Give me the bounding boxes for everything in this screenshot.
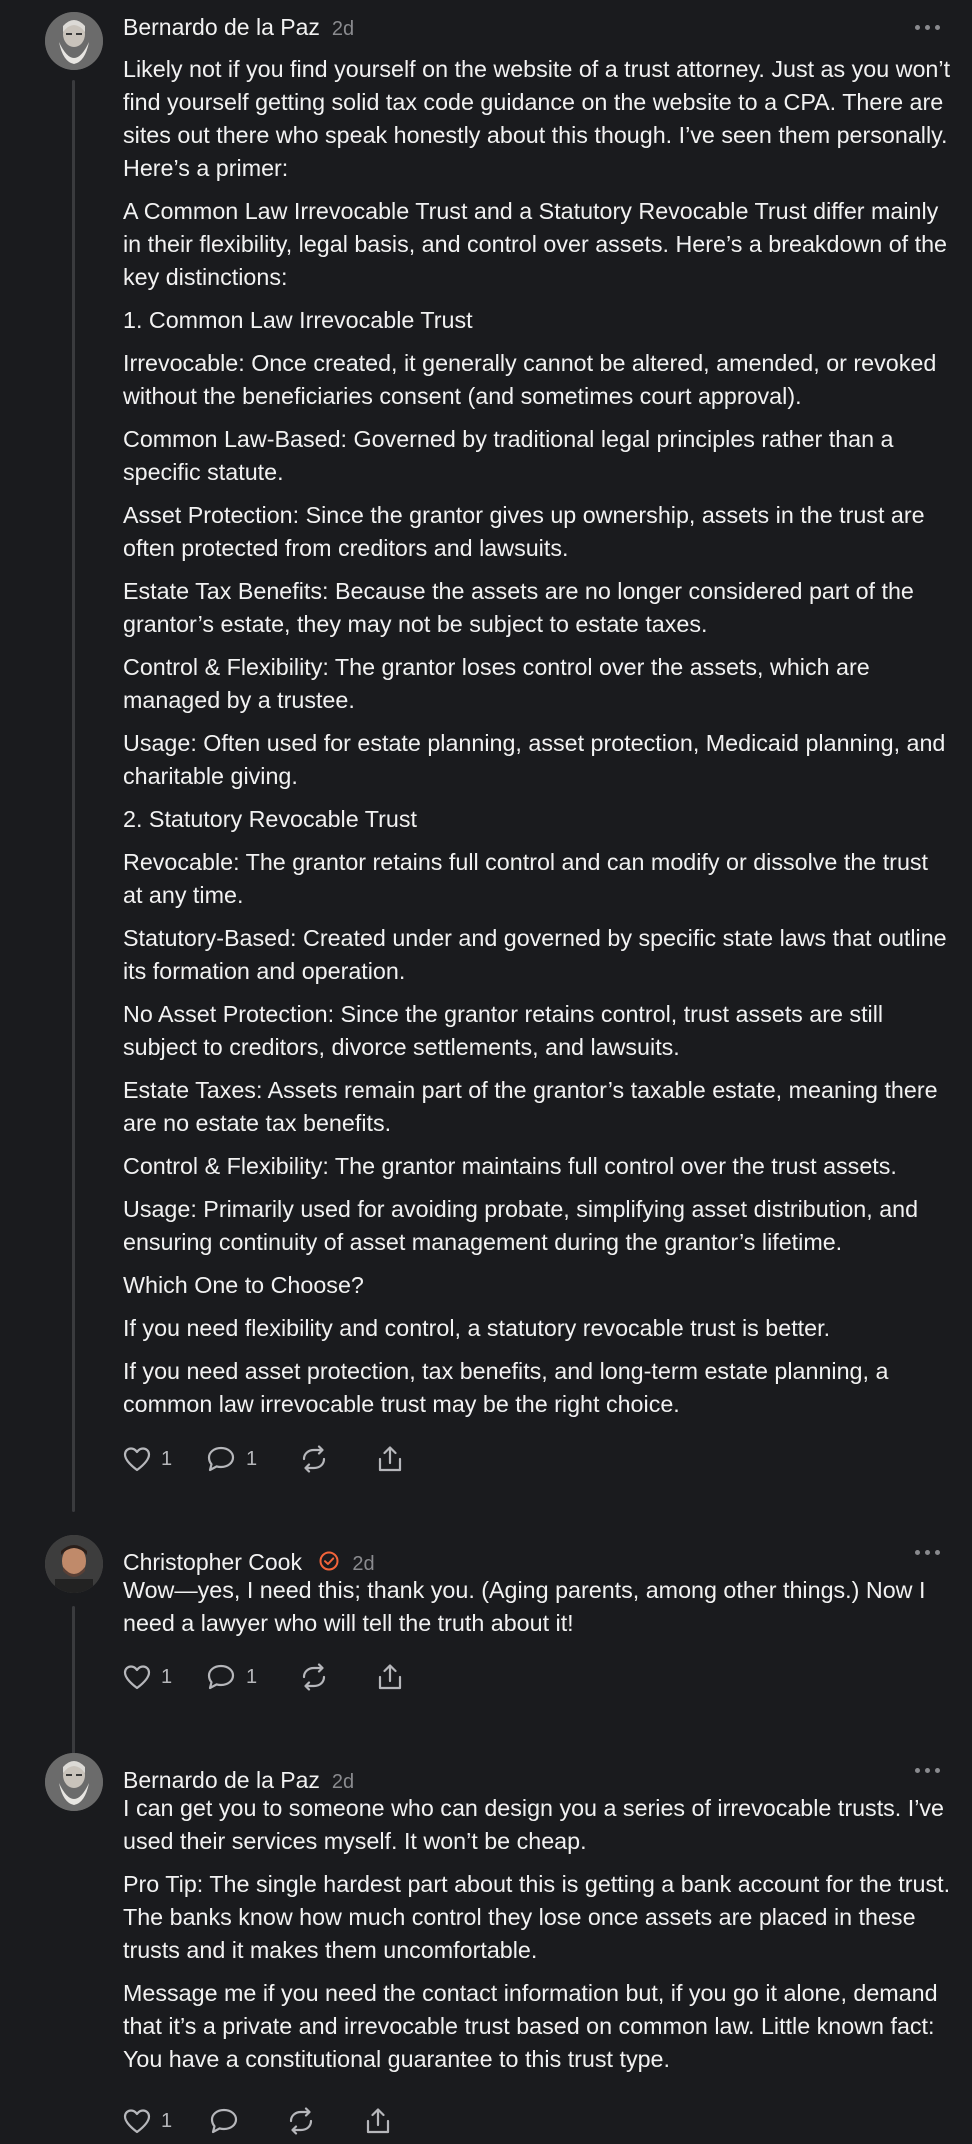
reply-count: 1 bbox=[246, 1665, 258, 1688]
paragraph: No Asset Protection: Since the grantor r… bbox=[123, 1001, 884, 1060]
paragraph: I can get you to someone who can design … bbox=[123, 1795, 945, 1854]
paragraph: Usage: Primarily used for avoiding proba… bbox=[123, 1196, 919, 1255]
like-count: 1 bbox=[161, 1665, 173, 1688]
paragraph: Estate Tax Benefits: Because the assets … bbox=[123, 578, 914, 637]
paragraph: Control & Flexibility: The grantor maint… bbox=[123, 1153, 897, 1179]
paragraph: A Common Law Irrevocable Trust and a Sta… bbox=[123, 198, 948, 290]
paragraph: Control & Flexibility: The grantor loses… bbox=[123, 654, 870, 713]
heart-icon bbox=[123, 1447, 151, 1472]
share-button[interactable] bbox=[376, 1660, 404, 1694]
heart-icon bbox=[123, 1665, 151, 1690]
repost-button[interactable] bbox=[299, 1442, 329, 1476]
paragraph: Which One to Choose? bbox=[123, 1272, 364, 1298]
comment-icon bbox=[207, 1446, 235, 1472]
paragraph: Message me if you need the contact infor… bbox=[123, 1980, 938, 2072]
paragraph: 1. Common Law Irrevocable Trust bbox=[123, 307, 473, 333]
repost-button[interactable] bbox=[286, 2104, 316, 2138]
like-button[interactable]: 1 bbox=[123, 1660, 172, 1694]
paragraph: Irrevocable: Once created, it generally … bbox=[123, 350, 937, 409]
paragraph: Common Law-Based: Governed by traditiona… bbox=[123, 426, 894, 485]
reply-count: 1 bbox=[246, 1447, 258, 1470]
repost-icon bbox=[289, 2107, 313, 2135]
like-button[interactable]: 1 bbox=[123, 1442, 172, 1476]
paragraph: Revocable: The grantor retains full cont… bbox=[123, 849, 929, 908]
share-icon bbox=[378, 1664, 402, 1690]
post-body: I can get you to someone who can design … bbox=[123, 1792, 953, 2076]
comment-icon bbox=[207, 1664, 235, 1690]
paragraph: Usage: Often used for estate planning, a… bbox=[123, 730, 946, 789]
paragraph: Wow—yes, I need this; thank you. (Aging … bbox=[123, 1577, 926, 1636]
more-icon[interactable] bbox=[915, 1550, 941, 1556]
paragraph: Estate Taxes: Assets remain part of the … bbox=[123, 1077, 938, 1136]
like-count: 1 bbox=[161, 2109, 173, 2132]
paragraph: Statutory-Based: Created under and gover… bbox=[123, 925, 947, 984]
paragraph: Likely not if you find yourself on the w… bbox=[123, 56, 951, 181]
thread-line bbox=[72, 80, 75, 1512]
reply-button[interactable]: 1 bbox=[206, 1660, 257, 1694]
author-name[interactable]: Bernardo de la Paz 2d bbox=[123, 14, 354, 41]
comment-icon bbox=[210, 2108, 238, 2134]
share-button[interactable] bbox=[376, 1442, 404, 1476]
paragraph: If you need asset protection, tax benefi… bbox=[123, 1358, 889, 1417]
paragraph: Asset Protection: Since the grantor give… bbox=[123, 502, 925, 561]
repost-button[interactable] bbox=[299, 1660, 329, 1694]
thread-line bbox=[72, 1606, 75, 1768]
post-time: 2d bbox=[352, 1553, 375, 1575]
share-button[interactable] bbox=[364, 2104, 392, 2138]
repost-icon bbox=[302, 1445, 326, 1473]
more-icon[interactable] bbox=[915, 25, 941, 31]
share-icon bbox=[366, 2108, 390, 2134]
post-body: Likely not if you find yourself on the w… bbox=[123, 53, 953, 1421]
post-time: 2d bbox=[331, 18, 355, 40]
paragraph: 2. Statutory Revocable Trust bbox=[123, 806, 417, 832]
reply-button[interactable]: 1 bbox=[206, 1442, 257, 1476]
like-button[interactable]: 1 bbox=[123, 2104, 172, 2138]
paragraph: Pro Tip: The single hardest part about t… bbox=[123, 1871, 951, 1963]
share-icon bbox=[378, 1446, 402, 1472]
reply-button[interactable] bbox=[209, 2104, 239, 2138]
avatar[interactable] bbox=[45, 1535, 103, 1593]
post-body: Wow—yes, I need this; thank you. (Aging … bbox=[123, 1574, 953, 1640]
like-count: 1 bbox=[161, 1447, 173, 1470]
repost-icon bbox=[302, 1663, 326, 1691]
more-icon[interactable] bbox=[915, 1768, 941, 1774]
author-name[interactable]: Bernardo de la Paz 2d bbox=[123, 1767, 354, 1794]
avatar[interactable] bbox=[45, 12, 103, 70]
paragraph: If you need flexibility and control, a s… bbox=[123, 1315, 831, 1341]
heart-icon bbox=[123, 2109, 151, 2134]
post-time: 2d bbox=[331, 1771, 355, 1793]
avatar[interactable] bbox=[45, 1753, 103, 1811]
